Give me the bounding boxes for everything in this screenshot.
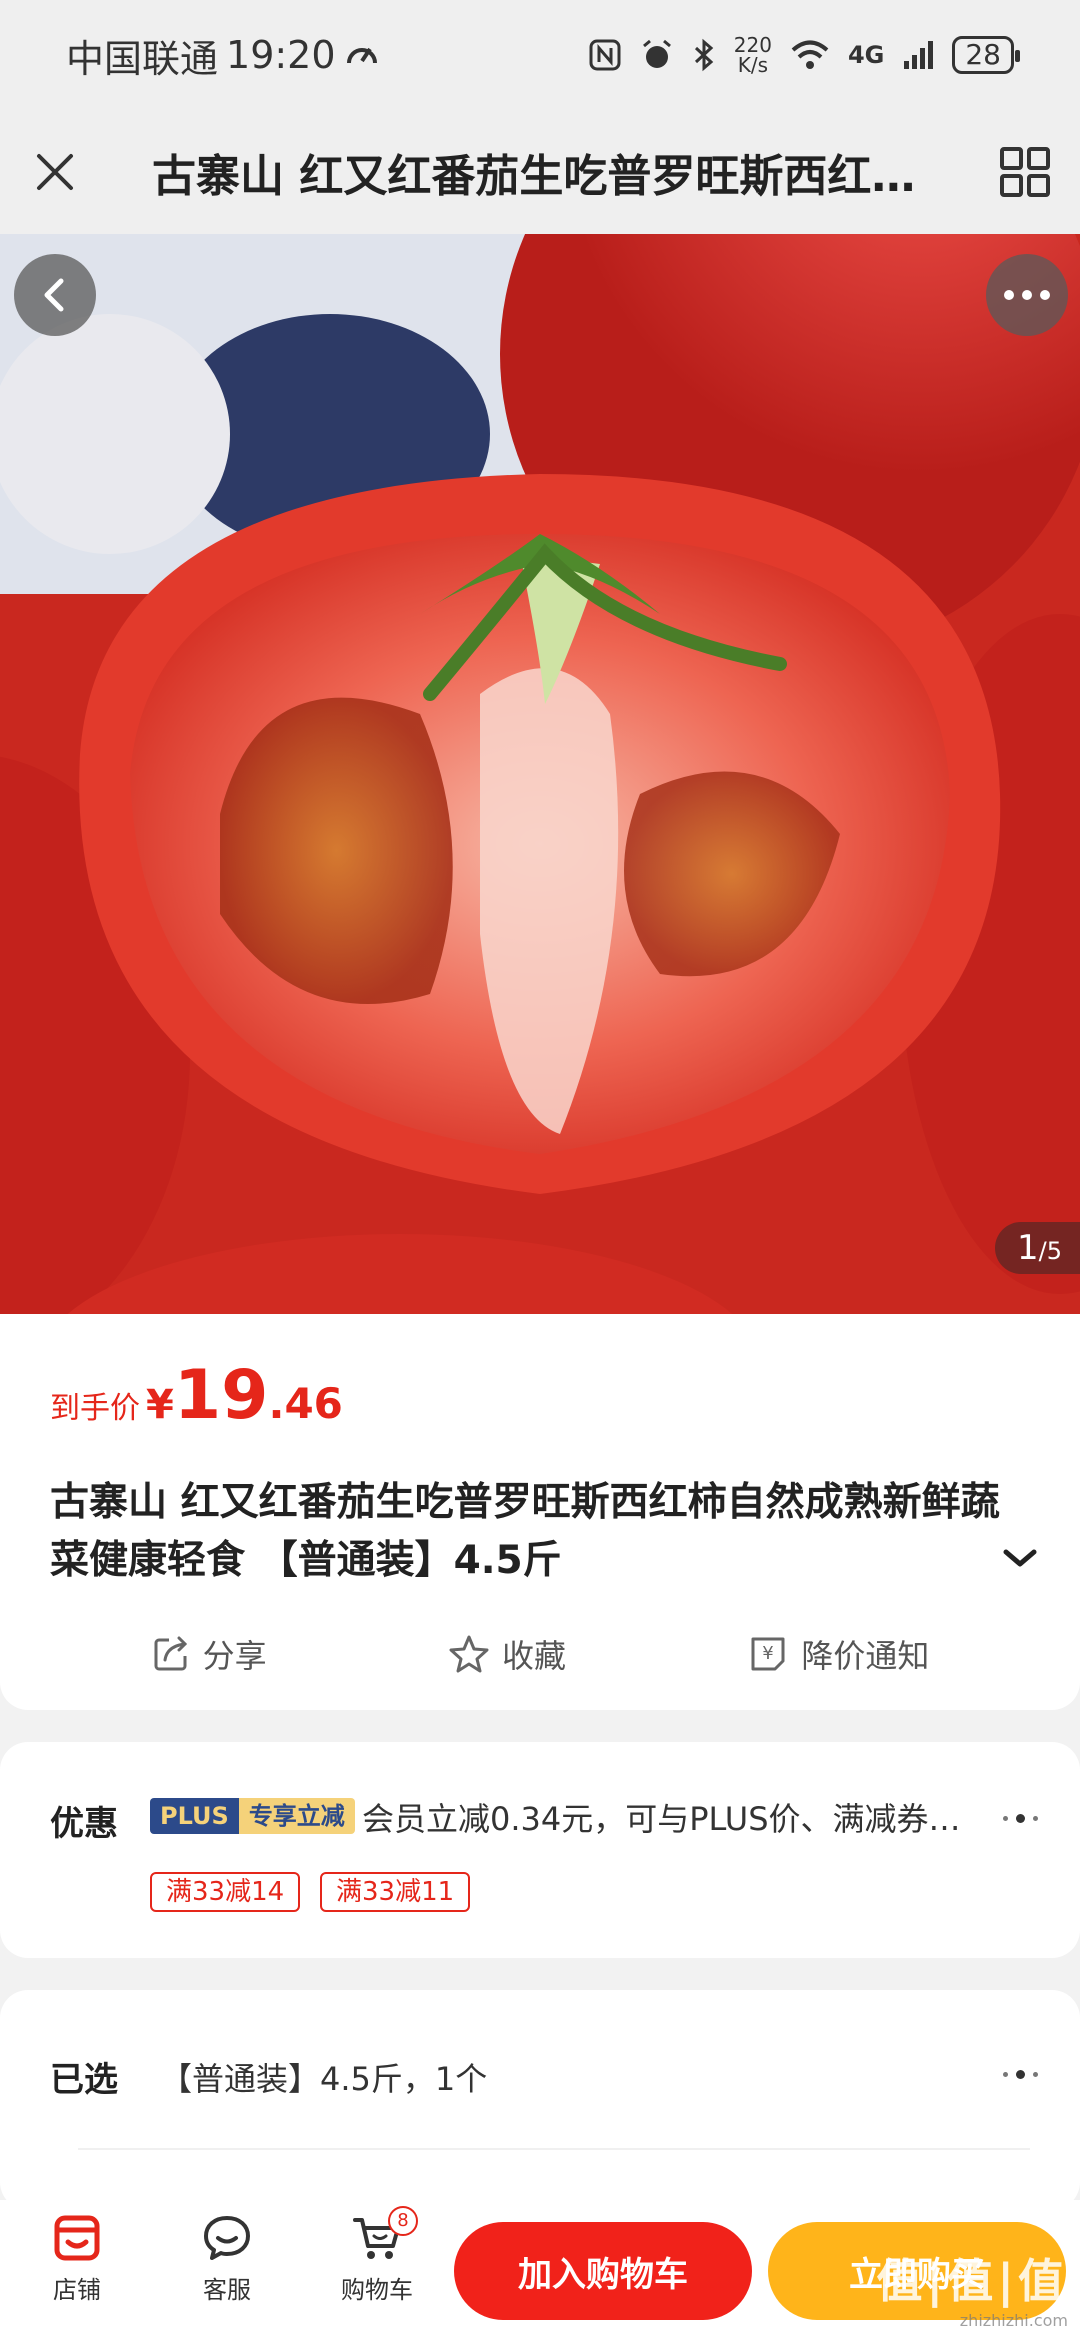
plus-badge-tag: 专享立减 (238, 1798, 355, 1834)
more-button[interactable] (986, 254, 1068, 336)
favorite-label: 收藏 (501, 1637, 566, 1675)
favorite-button[interactable]: 收藏 (448, 1624, 566, 1684)
price-row: 到手价 ¥ 19 .46 (50, 1356, 343, 1435)
chevron-down-icon (1003, 1549, 1037, 1567)
chevron-left-icon (44, 278, 64, 312)
cart-label: 购物车 (341, 2276, 413, 2304)
net-speed-value: 220 (733, 33, 772, 57)
dot-icon (1002, 1815, 1008, 1821)
watermark-url: zhizhizhi.com (959, 2311, 1068, 2330)
price-alert-icon: ¥ (751, 1637, 785, 1671)
signal-icon (904, 41, 934, 69)
store-label: 店铺 (53, 2276, 101, 2304)
carrier-name: 中国联通 (66, 36, 219, 81)
page-title: 古寨山 红又红番茄生吃普罗旺斯西红柿自然成熟新鲜蔬菜健康轻食 【普通装】4.5斤 (152, 151, 970, 202)
coupon-tag[interactable]: 满33减11 (320, 1872, 471, 1912)
back-button[interactable] (14, 254, 96, 336)
watermark-logo: 值|值|值 (876, 2254, 1068, 2308)
battery-indicator: 28 (952, 36, 1020, 74)
dot-icon (1032, 1815, 1038, 1821)
selection-more-button[interactable] (990, 2054, 1050, 2094)
speedometer-icon (346, 47, 377, 64)
menu-grid-button[interactable] (970, 110, 1080, 234)
service-label: 客服 (203, 2276, 251, 2304)
alarm-icon (642, 39, 671, 68)
grid-icon (1000, 147, 1050, 197)
bluetooth-icon (694, 38, 714, 72)
star-icon (449, 1635, 489, 1673)
divider (78, 2148, 1030, 2150)
share-label: 分享 (202, 1637, 267, 1675)
network-type: 4G (847, 41, 885, 69)
expand-title-button[interactable] (1002, 1546, 1038, 1574)
promotion-more-button[interactable] (990, 1798, 1050, 1838)
selection-card[interactable]: 已选 【普通装】4.5斤，1个 (0, 1990, 1080, 2210)
share-icon (154, 1636, 187, 1671)
nfc-icon (589, 39, 621, 71)
product-image (0, 234, 1080, 1314)
plus-badge: PLUS 专享立减 (150, 1798, 355, 1834)
close-icon (37, 154, 73, 190)
price-alert-button[interactable]: ¥ 降价通知 (747, 1624, 929, 1684)
promotion-card[interactable]: 优惠 PLUS 专享立减 会员立减0.34元，可与PLUS价、满减券等优惠叠加 … (0, 1742, 1080, 1958)
customer-service-button[interactable]: 客服 (172, 2212, 282, 2305)
status-bar: 中国联通 19:20 220 K/s 4G 28 (0, 0, 1080, 110)
coupon-tag[interactable]: 满33减14 (150, 1872, 301, 1912)
wifi-icon (791, 40, 829, 69)
promotion-label: 优惠 (50, 1804, 118, 1844)
selection-label: 已选 (50, 2060, 118, 2100)
dot-icon (1032, 2071, 1038, 2077)
price-label: 到手价 (50, 1391, 140, 1426)
plus-badge-text: PLUS (150, 1798, 239, 1834)
price-integer: 19 (173, 1356, 269, 1435)
cart-count-badge: 8 (388, 2206, 418, 2236)
net-speed-unit: K/s (737, 53, 768, 77)
price-alert-label: 降价通知 (801, 1637, 930, 1675)
promotion-text: 会员立减0.34元，可与PLUS价、满减券等优惠叠加 (362, 1800, 972, 1838)
gallery-total-pages: /5 (1038, 1237, 1062, 1265)
battery-level: 28 (965, 38, 1001, 71)
share-button[interactable]: 分享 (151, 1624, 267, 1684)
chat-icon (204, 2216, 250, 2260)
watermark: 值|值|值 zhizhizhi.com (876, 2245, 1068, 2330)
dot-icon (1015, 1813, 1025, 1823)
product-title: 古寨山 红又红番茄生吃普罗旺斯西红柿自然成熟新鲜蔬菜健康轻食 【普通装】4.5斤 (50, 1480, 1000, 1583)
dot-icon (1015, 2069, 1025, 2079)
product-info-card: 到手价 ¥ 19 .46 古寨山 红又红番茄生吃普罗旺斯西红柿自然成熟新鲜蔬菜健… (0, 1314, 1080, 1710)
store-button[interactable]: 店铺 (22, 2212, 132, 2305)
price-currency: ¥ (146, 1382, 174, 1428)
bottom-action-bar: 店铺 客服 购物车 8 加入购物车 立即购买 值|值|值 zhizhizhi.c… (0, 2200, 1080, 2340)
clock: 19:20 (226, 33, 336, 77)
svg-text:¥: ¥ (763, 1643, 774, 1664)
close-button[interactable] (0, 110, 110, 234)
price-decimal: .46 (268, 1379, 343, 1428)
store-icon (54, 2215, 100, 2261)
gallery-page-indicator: 1/5 (995, 1222, 1080, 1274)
dot-icon (1002, 2071, 1008, 2077)
selection-value: 【普通装】4.5斤，1个 (160, 2060, 488, 2098)
title-bar: 古寨山 红又红番茄生吃普罗旺斯西红柿自然成熟新鲜蔬菜健康轻食 【普通装】4.5斤 (0, 110, 1080, 234)
gallery-current-page: 1 (1017, 1228, 1039, 1268)
add-to-cart-button[interactable]: 加入购物车 (454, 2222, 752, 2320)
net-speed: 220 K/s (734, 35, 772, 75)
product-actions: 分享 收藏 ¥ 降价通知 (0, 1624, 1080, 1684)
more-dots-icon (1004, 290, 1050, 300)
product-gallery[interactable]: 1/5 (0, 234, 1080, 1314)
cart-button[interactable]: 购物车 8 (322, 2206, 432, 2305)
